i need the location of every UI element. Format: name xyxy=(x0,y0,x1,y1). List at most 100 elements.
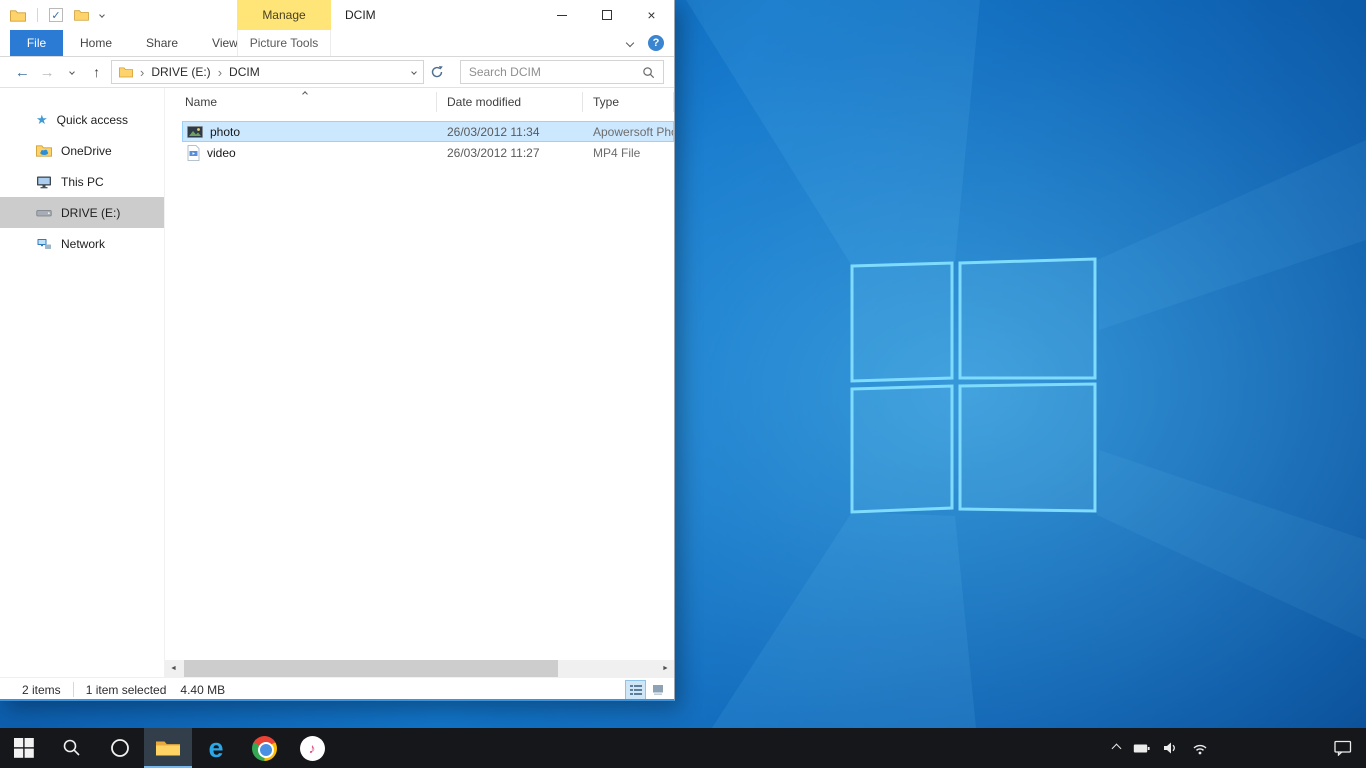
maximize-button[interactable] xyxy=(584,0,629,30)
sidebar-item-this-pc[interactable]: This PC xyxy=(0,166,164,197)
scroll-right-icon[interactable]: ► xyxy=(657,660,674,677)
sidebar-item-drive-e[interactable]: DRIVE (E:) xyxy=(0,197,164,228)
sidebar-item-onedrive[interactable]: OneDrive xyxy=(0,135,164,166)
start-button[interactable] xyxy=(0,728,48,768)
address-bar-row: ← → ↑ › DRIVE (E:) › DCIM xyxy=(0,57,674,88)
star-icon: ★ xyxy=(36,113,48,126)
chrome-icon xyxy=(252,736,277,761)
file-row-video[interactable]: video 26/03/2012 11:27 MP4 File xyxy=(182,142,674,163)
file-rows: photo 26/03/2012 11:34 Apowersoft Pho xyxy=(165,116,674,163)
crumb-separator: › xyxy=(140,65,144,80)
file-name: video xyxy=(207,146,236,160)
properties-icon[interactable]: ✓ xyxy=(49,8,63,22)
ribbon-tab-bar: File Home Share View Picture Tools ? xyxy=(0,30,674,57)
tab-home[interactable]: Home xyxy=(63,30,129,56)
refresh-icon xyxy=(430,65,444,79)
onedrive-folder-icon xyxy=(36,144,52,157)
tab-picture-tools[interactable]: Picture Tools xyxy=(237,30,331,56)
file-list-pane: Name Date modified Type photo xyxy=(165,88,674,677)
file-row-photo[interactable]: photo 26/03/2012 11:34 Apowersoft Pho xyxy=(182,121,674,142)
search-box[interactable] xyxy=(460,60,664,84)
taskbar-chrome-button[interactable] xyxy=(240,728,288,768)
recent-locations-chevron-icon[interactable] xyxy=(60,70,85,74)
breadcrumb-drive[interactable]: DRIVE (E:) xyxy=(151,65,210,79)
taskbar-itunes-button[interactable]: ♪ xyxy=(288,728,336,768)
cortana-icon xyxy=(109,737,131,759)
toolbar-separator xyxy=(37,8,38,22)
breadcrumb-dcim[interactable]: DCIM xyxy=(229,65,260,79)
help-button[interactable]: ? xyxy=(648,35,664,51)
manage-contextual-tab[interactable]: Manage xyxy=(237,0,331,30)
maximize-icon xyxy=(602,10,612,20)
file-type: Apowersoft Pho xyxy=(583,125,674,139)
crumb-separator: › xyxy=(218,65,222,80)
forward-button[interactable]: → xyxy=(35,64,60,81)
taskbar-file-explorer-button[interactable] xyxy=(144,728,192,768)
large-icons-view-button[interactable] xyxy=(647,680,668,700)
network-icon xyxy=(36,237,52,251)
scrollbar-track[interactable] xyxy=(182,660,657,677)
address-bar[interactable]: › DRIVE (E:) › DCIM xyxy=(111,60,424,84)
cortana-button[interactable] xyxy=(96,728,144,768)
details-view-icon xyxy=(630,684,642,696)
column-header-name[interactable]: Name xyxy=(165,92,437,112)
minimize-icon xyxy=(557,15,567,16)
back-button[interactable]: ← xyxy=(10,64,35,81)
sidebar-item-label: DRIVE (E:) xyxy=(61,206,120,220)
horizontal-scrollbar[interactable]: ◄ ► xyxy=(165,660,674,677)
volume-icon[interactable] xyxy=(1163,741,1179,755)
file-name: photo xyxy=(210,125,240,139)
sidebar-item-network[interactable]: Network xyxy=(0,228,164,259)
file-type: MP4 File xyxy=(583,146,674,160)
action-center-button[interactable] xyxy=(1334,728,1352,768)
show-hidden-icons-chevron-icon[interactable] xyxy=(1112,743,1122,753)
column-header-type[interactable]: Type xyxy=(583,92,674,112)
close-button[interactable]: × xyxy=(629,0,674,30)
details-view-button[interactable] xyxy=(625,680,646,700)
refresh-button[interactable] xyxy=(424,65,450,79)
taskbar-search-button[interactable] xyxy=(48,728,96,768)
sidebar-item-label: This PC xyxy=(61,175,104,189)
scrollbar-thumb[interactable] xyxy=(184,660,558,677)
drive-icon xyxy=(36,206,52,220)
sidebar-item-quick-access[interactable]: ★ Quick access xyxy=(0,104,164,135)
close-icon: × xyxy=(647,7,655,23)
minimize-button[interactable] xyxy=(539,0,584,30)
search-icon xyxy=(62,738,82,758)
address-dropdown-chevron-icon[interactable] xyxy=(412,70,416,74)
column-header-date-modified[interactable]: Date modified xyxy=(437,92,583,112)
quick-access-toolbar: ✓ xyxy=(0,8,104,22)
column-headers: Name Date modified Type xyxy=(165,88,674,116)
file-date-modified: 26/03/2012 11:27 xyxy=(437,146,583,160)
scroll-left-icon[interactable]: ◄ xyxy=(165,660,182,677)
large-icons-view-icon xyxy=(652,684,664,696)
location-folder-icon xyxy=(119,66,133,78)
windows-start-icon xyxy=(14,738,34,758)
action-center-icon xyxy=(1334,740,1352,756)
customize-toolbar-chevron-icon[interactable] xyxy=(99,12,105,18)
file-explorer-window: ✓ Manage DCIM × File Home Share View Pic… xyxy=(0,0,675,701)
desktop: ✓ Manage DCIM × File Home Share View Pic… xyxy=(0,0,1366,768)
up-button[interactable]: ↑ xyxy=(84,64,109,80)
view-toggle-buttons xyxy=(625,680,668,700)
taskbar-edge-button[interactable]: e xyxy=(192,728,240,768)
taskbar: e ♪ xyxy=(0,728,1366,768)
ribbon-right-controls: ? xyxy=(627,30,664,56)
navigation-pane: ★ Quick access OneDrive xyxy=(0,88,165,677)
battery-icon[interactable] xyxy=(1133,743,1150,754)
search-icon xyxy=(642,66,655,79)
music-note-icon: ♪ xyxy=(309,741,316,755)
explorer-main: ★ Quick access OneDrive xyxy=(0,88,674,677)
tab-share[interactable]: Share xyxy=(129,30,195,56)
photo-file-icon xyxy=(187,126,203,138)
titlebar: ✓ Manage DCIM × xyxy=(0,0,674,30)
selection-size: 4.40 MB xyxy=(180,683,225,697)
window-folder-icon xyxy=(10,9,26,22)
expand-ribbon-chevron-icon[interactable] xyxy=(626,39,634,47)
search-input[interactable] xyxy=(469,65,642,79)
tab-file[interactable]: File xyxy=(10,30,63,56)
wifi-icon[interactable] xyxy=(1192,742,1208,755)
items-count: 2 items xyxy=(22,683,61,697)
sidebar-item-label: OneDrive xyxy=(61,144,112,158)
new-folder-icon[interactable] xyxy=(74,9,89,21)
